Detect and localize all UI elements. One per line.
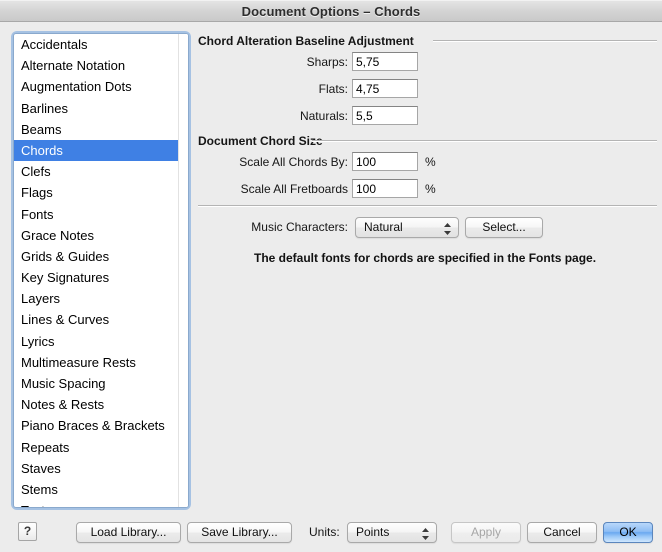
sidebar-item-label: Text [21,503,45,507]
sidebar-item-flags[interactable]: Flags [14,182,178,203]
sidebar-item-label: Piano Braces & Brackets [21,418,165,434]
sidebar-item-label: Lyrics [21,333,55,349]
sidebar-item-staves[interactable]: Staves [14,458,178,479]
group-rule-document-chord-size [312,140,657,141]
sidebar-item-label: Augmentation Dots [21,79,132,95]
sharps-input[interactable] [352,52,418,71]
units-popup[interactable]: Points [347,522,437,543]
units-label: Units: [309,525,340,539]
group-rule-baseline-adjustment [433,40,657,41]
sidebar-item-clefs[interactable]: Clefs [14,161,178,182]
sidebar-item-label: Multimeasure Rests [21,354,136,370]
scale-all-fretboards-input[interactable] [352,179,418,198]
sidebar-item-label: Clefs [21,164,51,180]
sidebar-item-label: Repeats [21,439,70,455]
save-library-button[interactable]: Save Library... [187,522,292,543]
default-fonts-note: The default fonts for chords are specifi… [254,251,597,265]
sidebar-item-augmentation-dots[interactable]: Augmentation Dots [14,76,178,97]
sidebar-item-barlines[interactable]: Barlines [14,98,178,119]
sidebar-item-label: Accidentals [21,37,88,52]
dialog-footer: ? Load Library... Save Library... Units:… [0,520,662,552]
flats-label: Flats: [318,82,348,96]
sidebar-item-repeats[interactable]: Repeats [14,437,178,458]
sharps-label: Sharps: [306,55,348,69]
sidebar-item-label: Flags [21,185,53,201]
sidebar-item-label: Music Spacing [21,376,106,391]
sidebar-item-stems[interactable]: Stems [14,479,178,500]
sidebar-item-lyrics[interactable]: Lyrics [14,331,178,352]
sidebar-item-fonts[interactable]: Fonts [14,204,178,225]
music-characters-label: Music Characters: [251,220,348,234]
dialog-content: Accidentals Alternate Notation Augmentatio… [0,23,662,552]
select-button[interactable]: Select... [465,217,543,238]
updown-chevron-icon [444,222,451,235]
music-characters-popup-value: Natural [364,220,403,234]
naturals-input[interactable] [352,106,418,125]
sidebar-item-label: Key Signatures [21,270,110,286]
group-title-baseline-adjustment: Chord Alteration Baseline Adjustment [198,34,414,48]
naturals-label: Naturals: [299,109,348,123]
scale-all-fretboards-label: Scale All Fretboards [240,182,348,196]
units-popup-value: Points [356,525,390,539]
help-button[interactable]: ? [18,522,37,541]
sidebar-item-label: Chords [21,142,63,158]
sidebar-item-label: Fonts [21,206,54,222]
window-titlebar[interactable]: Document Options – Chords [0,0,662,22]
sidebar-item-label: Grids & Guides [21,248,110,264]
sidebar-item-label: Stems [21,481,58,497]
load-library-button[interactable]: Load Library... [76,522,181,543]
document-options-window: Document Options – Chords Accidentals Alt… [0,0,662,552]
sidebar-item-label: Lines & Curves [21,312,110,328]
scale-all-chords-percent-suffix: % [425,155,436,169]
sidebar-item-label: Alternate Notation [21,58,126,74]
sidebar-item-music-spacing[interactable]: Music Spacing [14,373,178,394]
apply-button[interactable]: Apply [451,522,521,543]
scale-all-chords-label: Scale All Chords By: [239,155,348,169]
sidebar-item-alternate-notation[interactable]: Alternate Notation [14,55,178,76]
sidebar-item-layers[interactable]: Layers [14,288,178,309]
ok-button[interactable]: OK [603,522,653,543]
sidebar-item-lines-curves[interactable]: Lines & Curves [14,309,178,330]
sidebar-item-chords[interactable]: Chords [14,139,178,162]
sidebar-item-text[interactable]: Text [14,500,178,507]
group-title-document-chord-size: Document Chord Size [198,134,323,148]
category-list[interactable]: Accidentals Alternate Notation Augmentatio… [13,33,189,508]
sidebar-item-grace-notes[interactable]: Grace Notes [14,225,178,246]
sidebar-item-multimeasure-rests[interactable]: Multimeasure Rests [14,352,178,373]
sidebar-item-label: Layers [21,291,61,307]
sidebar-item-notes-rests[interactable]: Notes & Rests [14,394,178,415]
sidebar-item-label: Beams [21,121,62,137]
sidebar-item-label: Grace Notes [21,227,94,243]
flats-input[interactable] [352,79,418,98]
sidebar-item-label: Notes & Rests [21,397,105,413]
category-list-items: Accidentals Alternate Notation Augmentatio… [14,34,178,507]
sidebar-item-piano-braces-brackets[interactable]: Piano Braces & Brackets [14,415,178,436]
updown-chevron-icon [422,527,429,540]
sidebar-item-key-signatures[interactable]: Key Signatures [14,267,178,288]
section-divider-rule [198,205,657,206]
category-list-scroll-gutter[interactable] [178,34,188,507]
sidebar-item-label: Barlines [21,100,68,116]
music-characters-popup[interactable]: Natural [355,217,459,238]
options-panel: Chord Alteration Baseline Adjustment Sha… [195,23,662,552]
sidebar-item-grids-guides[interactable]: Grids & Guides [14,246,178,267]
scale-all-fretboards-percent-suffix: % [425,182,436,196]
cancel-button[interactable]: Cancel [527,522,597,543]
sidebar-item-accidentals[interactable]: Accidentals [14,34,178,55]
scale-all-chords-input[interactable] [352,152,418,171]
window-title: Document Options – Chords [241,4,421,19]
sidebar-item-label: Staves [21,460,61,476]
sidebar-item-beams[interactable]: Beams [14,119,178,140]
